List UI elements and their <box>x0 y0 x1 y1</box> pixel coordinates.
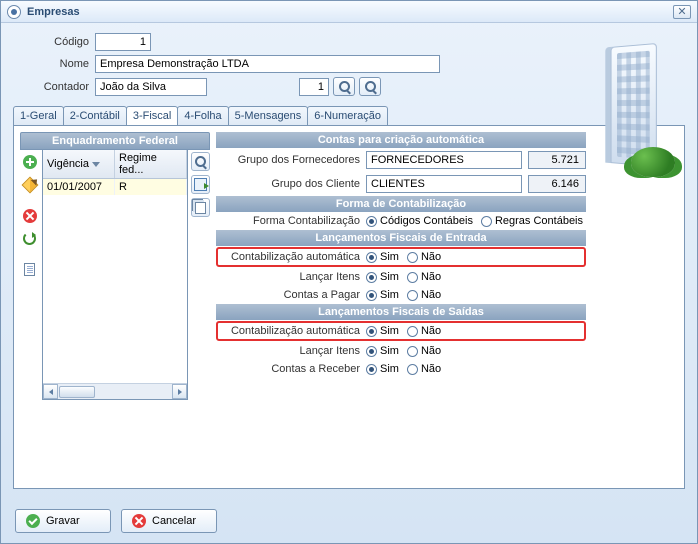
nome-input[interactable] <box>95 55 440 73</box>
radio-regras-contabeis[interactable]: Regras Contábeis <box>481 215 583 227</box>
export-icon <box>194 178 207 191</box>
window-title: Empresas <box>27 6 673 18</box>
section-forma: Forma de Contabilização <box>216 196 586 212</box>
tab-mensagens[interactable]: 5-Mensagens <box>228 106 309 125</box>
app-icon <box>7 5 21 19</box>
check-icon <box>26 514 40 528</box>
entrada-itens-label: Lançar Itens <box>216 271 366 283</box>
scroll-right-button[interactable] <box>172 384 187 399</box>
content-area: Código Nome Contador 1-Geral 2-Contábil … <box>1 23 697 499</box>
pencil-icon <box>21 176 38 193</box>
search-icon <box>365 81 376 92</box>
clientes-input[interactable] <box>366 175 522 193</box>
radio-entrada-pagar-nao[interactable]: Não <box>407 289 441 301</box>
radio-entrada-pagar-sim[interactable]: Sim <box>366 289 399 301</box>
edit-row-button[interactable] <box>20 175 39 194</box>
chevron-right-icon <box>178 389 182 395</box>
grid-scrollbar[interactable] <box>43 383 187 399</box>
codigo-input[interactable] <box>95 33 151 51</box>
enquadramento-grid[interactable]: Vigência Regime fed... 01/01/2007 R <box>42 150 188 400</box>
cancelar-button[interactable]: Cancelar <box>121 509 217 533</box>
radio-saidas-auto-nao[interactable]: Não <box>407 325 441 337</box>
radio-entrada-itens-sim[interactable]: Sim <box>366 271 399 283</box>
doc-button[interactable] <box>20 260 39 279</box>
section-entrada: Lançamentos Fiscais de Entrada <box>216 230 586 246</box>
saidas-itens-label: Lançar Itens <box>216 345 366 357</box>
scroll-thumb[interactable] <box>59 386 95 398</box>
contador-search-button[interactable] <box>333 77 355 96</box>
fornecedores-code[interactable] <box>528 151 586 169</box>
clientes-code[interactable] <box>528 175 586 193</box>
forma-label: Forma Contabilização <box>216 215 366 227</box>
fornecedores-label: Grupo dos Fornecedores <box>216 154 366 166</box>
saidas-auto-label: Contabilização automática <box>220 325 366 337</box>
tab-body: Enquadramento Federal Vigência <box>13 125 685 489</box>
grid-search-button[interactable] <box>191 152 210 171</box>
section-contas: Contas para criação automática <box>216 132 586 148</box>
clientes-label: Grupo dos Cliente <box>216 178 366 190</box>
radio-entrada-auto-sim[interactable]: Sim <box>366 251 399 263</box>
contador-search-button-2[interactable] <box>359 77 381 96</box>
nome-label: Nome <box>13 58 95 70</box>
radio-saidas-receber-sim[interactable]: Sim <box>366 363 399 375</box>
radio-saidas-itens-sim[interactable]: Sim <box>366 345 399 357</box>
tab-folha[interactable]: 4-Folha <box>177 106 228 125</box>
radio-saidas-itens-nao[interactable]: Não <box>407 345 441 357</box>
delete-row-button[interactable] <box>20 206 39 225</box>
tab-strip: 1-Geral 2-Contábil 3-Fiscal 4-Folha 5-Me… <box>13 106 685 125</box>
titlebar: Empresas ✕ <box>1 1 697 23</box>
grid-header-regime[interactable]: Regime fed... <box>115 150 187 178</box>
section-saidas: Lançamentos Fiscais de Saídas <box>216 304 586 320</box>
tab-geral[interactable]: 1-Geral <box>13 106 64 125</box>
cancel-icon <box>132 514 146 528</box>
tab-contabil[interactable]: 2-Contábil <box>63 106 127 125</box>
entrada-auto-label: Contabilização automática <box>220 251 366 263</box>
sort-icon <box>92 162 100 167</box>
enquadramento-header: Enquadramento Federal <box>20 132 210 150</box>
copy-icon <box>195 202 206 214</box>
tab-numeracao[interactable]: 6-Numeração <box>307 106 388 125</box>
radio-saidas-auto-sim[interactable]: Sim <box>366 325 399 337</box>
radio-codigos-contabeis[interactable]: Códigos Contábeis <box>366 215 473 227</box>
chevron-left-icon <box>49 389 53 395</box>
delete-icon <box>23 209 37 223</box>
refresh-icon <box>23 232 36 245</box>
add-row-button[interactable] <box>20 152 39 171</box>
contador-label: Contador <box>13 81 95 93</box>
contador-input[interactable] <box>95 78 207 96</box>
radio-saidas-receber-nao[interactable]: Não <box>407 363 441 375</box>
cell-regime: R <box>115 179 187 195</box>
radio-entrada-itens-nao[interactable]: Não <box>407 271 441 283</box>
search-icon <box>195 156 206 167</box>
tab-fiscal[interactable]: 3-Fiscal <box>126 106 179 125</box>
grid-header-vigencia[interactable]: Vigência <box>43 150 115 178</box>
scroll-left-button[interactable] <box>43 384 58 399</box>
window-empresas: Empresas ✕ Código Nome Contador 1-Geral … <box>0 0 698 544</box>
footer-bar: Gravar Cancelar <box>1 499 697 543</box>
fornecedores-input[interactable] <box>366 151 522 169</box>
contador-num-input[interactable] <box>299 78 329 96</box>
grid-export-button[interactable] <box>191 175 210 194</box>
saidas-receber-label: Contas a Receber <box>216 363 366 375</box>
refresh-button[interactable] <box>20 229 39 248</box>
codigo-label: Código <box>13 36 95 48</box>
highlight-saidas-auto: Contabilização automática Sim Não <box>216 321 586 341</box>
highlight-entrada-auto: Contabilização automática Sim Não <box>216 247 586 267</box>
close-icon[interactable]: ✕ <box>673 5 691 19</box>
cell-vigencia: 01/01/2007 <box>43 179 115 195</box>
gravar-button[interactable]: Gravar <box>15 509 111 533</box>
plus-icon <box>23 155 37 169</box>
table-row[interactable]: 01/01/2007 R <box>43 179 187 195</box>
search-icon <box>339 81 350 92</box>
radio-entrada-auto-nao[interactable]: Não <box>407 251 441 263</box>
entrada-pagar-label: Contas a Pagar <box>216 289 366 301</box>
grid-copy-button[interactable] <box>191 198 210 217</box>
document-icon <box>24 263 35 276</box>
